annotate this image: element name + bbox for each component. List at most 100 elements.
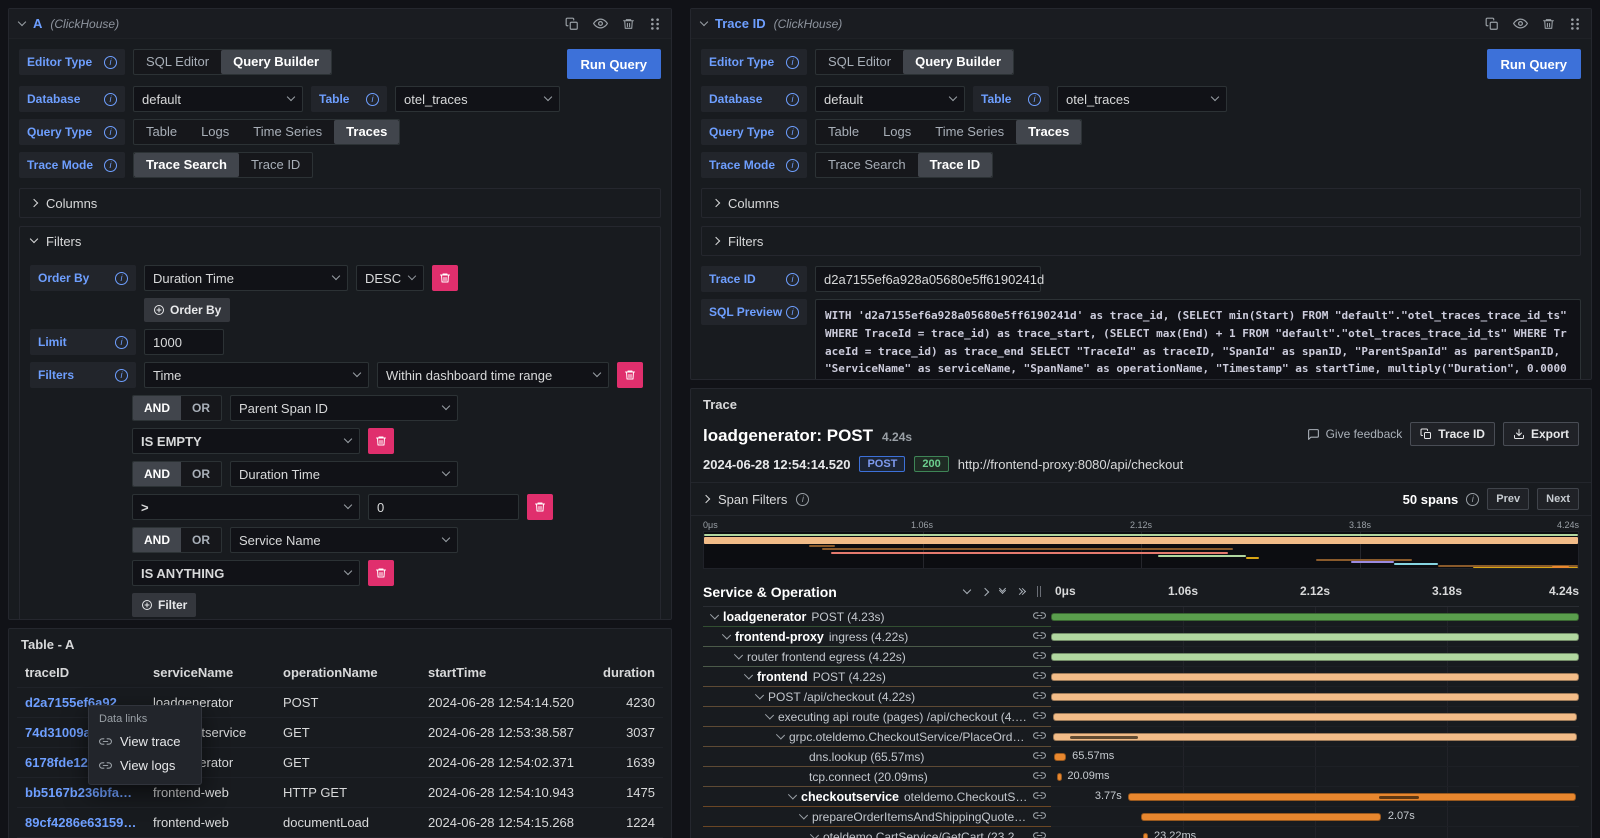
eye-icon[interactable] bbox=[1513, 16, 1528, 31]
view-trace-link[interactable]: View trace bbox=[99, 734, 191, 749]
add-filter-button[interactable]: Filter bbox=[132, 593, 196, 617]
info-icon[interactable]: i bbox=[115, 369, 128, 382]
filter-time-field-select[interactable]: Time bbox=[144, 362, 369, 388]
remove-order-by-button[interactable] bbox=[432, 265, 458, 291]
or-option[interactable]: OR bbox=[181, 528, 221, 552]
database-select[interactable]: default bbox=[815, 86, 965, 112]
span-caret-icon[interactable] bbox=[710, 610, 719, 619]
span-link-icon[interactable] bbox=[1033, 829, 1047, 838]
run-query-button[interactable]: Run Query bbox=[567, 49, 661, 79]
span-link-icon[interactable] bbox=[1033, 809, 1047, 825]
remove-filter1-button[interactable] bbox=[368, 428, 394, 454]
remove-filter3-button[interactable] bbox=[368, 560, 394, 586]
export-button[interactable]: Export bbox=[1503, 422, 1579, 446]
filter1-operator-select[interactable]: IS EMPTY bbox=[132, 428, 360, 454]
span-row[interactable]: frontend POST (4.22s) bbox=[703, 667, 1579, 687]
info-icon[interactable]: i bbox=[1466, 493, 1479, 506]
filter2-operator-select[interactable]: > bbox=[132, 494, 360, 520]
info-icon[interactable]: i bbox=[115, 336, 128, 349]
col-operationname[interactable]: operationName bbox=[275, 658, 420, 688]
col-servicename[interactable]: serviceName bbox=[145, 658, 275, 688]
table-select[interactable]: otel_traces bbox=[395, 86, 560, 112]
span-link-icon[interactable] bbox=[1033, 789, 1047, 805]
expand-one-icon[interactable] bbox=[981, 587, 989, 595]
query-type-table[interactable]: Table bbox=[134, 120, 189, 144]
and-option[interactable]: AND bbox=[133, 396, 181, 420]
info-icon[interactable]: i bbox=[115, 272, 128, 285]
col-starttime[interactable]: startTime bbox=[420, 658, 582, 688]
span-row[interactable]: checkoutservice oteldemo.CheckoutService… bbox=[703, 787, 1579, 807]
span-link-icon[interactable] bbox=[1033, 689, 1047, 705]
span-filters-label[interactable]: Span Filters bbox=[718, 492, 787, 507]
span-gantt-bar[interactable] bbox=[1051, 693, 1579, 701]
trace-search-option[interactable]: Trace Search bbox=[816, 153, 918, 177]
trace-id-button[interactable]: Trace ID bbox=[1410, 422, 1495, 446]
collapse-chevron-icon[interactable] bbox=[700, 17, 708, 25]
collapse-all-icon[interactable] bbox=[1000, 588, 1005, 595]
order-by-field-select[interactable]: Duration Time bbox=[144, 265, 348, 291]
span-caret-icon[interactable] bbox=[744, 670, 753, 679]
span-row[interactable]: grpc.oteldemo.CheckoutService/PlaceOrder… bbox=[703, 727, 1579, 747]
and-option[interactable]: AND bbox=[133, 462, 181, 486]
span-caret-icon[interactable] bbox=[776, 730, 785, 739]
span-link-icon[interactable] bbox=[1033, 629, 1047, 645]
span-row[interactable]: POST /api/checkout (4.22s) bbox=[703, 687, 1579, 707]
span-gantt-bar[interactable] bbox=[1051, 653, 1579, 661]
span-link-icon[interactable] bbox=[1033, 769, 1047, 785]
trash-icon[interactable] bbox=[622, 17, 635, 31]
sql-editor-option[interactable]: SQL Editor bbox=[134, 50, 221, 74]
span-gantt-bar[interactable] bbox=[1053, 713, 1577, 721]
span-row[interactable]: executing api route (pages) /api/checkou… bbox=[703, 707, 1579, 727]
minimap-canvas[interactable] bbox=[703, 531, 1579, 569]
columns-section-header[interactable]: Columns bbox=[20, 189, 660, 217]
col-traceid[interactable]: traceID bbox=[17, 658, 145, 688]
span-row[interactable]: tcp.connect (20.09ms) 20.09ms bbox=[703, 767, 1579, 787]
span-link-icon[interactable] bbox=[1033, 649, 1047, 665]
remove-filter2-button[interactable] bbox=[527, 494, 553, 520]
query-type-traces[interactable]: Traces bbox=[334, 120, 399, 144]
duplicate-icon[interactable] bbox=[1485, 17, 1499, 31]
filter2-value-input[interactable]: 0 bbox=[368, 494, 519, 520]
span-caret-icon[interactable] bbox=[810, 830, 819, 838]
query-builder-option[interactable]: Query Builder bbox=[221, 50, 331, 74]
span-gantt-bar[interactable] bbox=[1057, 773, 1062, 781]
or-option[interactable]: OR bbox=[181, 462, 221, 486]
order-by-direction-select[interactable]: DESC bbox=[356, 265, 424, 291]
view-logs-link[interactable]: View logs bbox=[99, 758, 191, 773]
collapse-one-icon[interactable] bbox=[963, 585, 971, 593]
table-select[interactable]: otel_traces bbox=[1057, 86, 1227, 112]
col-duration[interactable]: duration bbox=[582, 658, 663, 688]
span-gantt-bar[interactable] bbox=[1051, 613, 1579, 621]
info-icon[interactable]: i bbox=[786, 56, 799, 69]
span-row[interactable]: prepareOrderItemsAndShippingQuoteFromCar… bbox=[703, 807, 1579, 827]
query-type-traces[interactable]: Traces bbox=[1016, 120, 1081, 144]
span-gantt-bar[interactable] bbox=[1053, 733, 1577, 741]
span-row[interactable]: loadgenerator POST (4.23s) bbox=[703, 607, 1579, 627]
info-icon[interactable]: i bbox=[1028, 93, 1041, 106]
sql-editor-option[interactable]: SQL Editor bbox=[816, 50, 903, 74]
span-gantt-bar[interactable] bbox=[1051, 633, 1579, 641]
give-feedback-button[interactable]: Give feedback bbox=[1307, 427, 1403, 441]
info-icon[interactable]: i bbox=[104, 159, 117, 172]
span-link-icon[interactable] bbox=[1033, 669, 1047, 685]
columns-section-header[interactable]: Columns bbox=[702, 189, 1580, 217]
collapse-chevron-icon[interactable] bbox=[18, 17, 26, 25]
panel-header[interactable]: A (ClickHouse) bbox=[9, 9, 671, 39]
query-builder-option[interactable]: Query Builder bbox=[903, 50, 1013, 74]
query-type-timeseries[interactable]: Time Series bbox=[923, 120, 1016, 144]
filter1-field-select[interactable]: Parent Span ID bbox=[230, 395, 458, 421]
span-caret-icon[interactable] bbox=[765, 710, 774, 719]
expand-all-icon[interactable] bbox=[1017, 589, 1025, 594]
trace-id-input[interactable]: d2a7155ef6a928a05680e5ff6190241d bbox=[815, 266, 1041, 292]
or-option[interactable]: OR bbox=[181, 396, 221, 420]
next-button[interactable]: Next bbox=[1537, 488, 1579, 510]
duplicate-icon[interactable] bbox=[565, 17, 579, 31]
remove-time-filter-button[interactable] bbox=[617, 362, 643, 388]
info-icon[interactable]: i bbox=[104, 93, 117, 106]
drag-handle-icon[interactable] bbox=[649, 17, 661, 31]
span-gantt-bar[interactable] bbox=[1141, 813, 1381, 821]
span-gantt-bar[interactable] bbox=[1051, 673, 1579, 681]
span-row[interactable]: frontend-proxy ingress (4.22s) bbox=[703, 627, 1579, 647]
filter2-field-select[interactable]: Duration Time bbox=[230, 461, 458, 487]
filters-section-header[interactable]: Filters bbox=[702, 227, 1580, 255]
